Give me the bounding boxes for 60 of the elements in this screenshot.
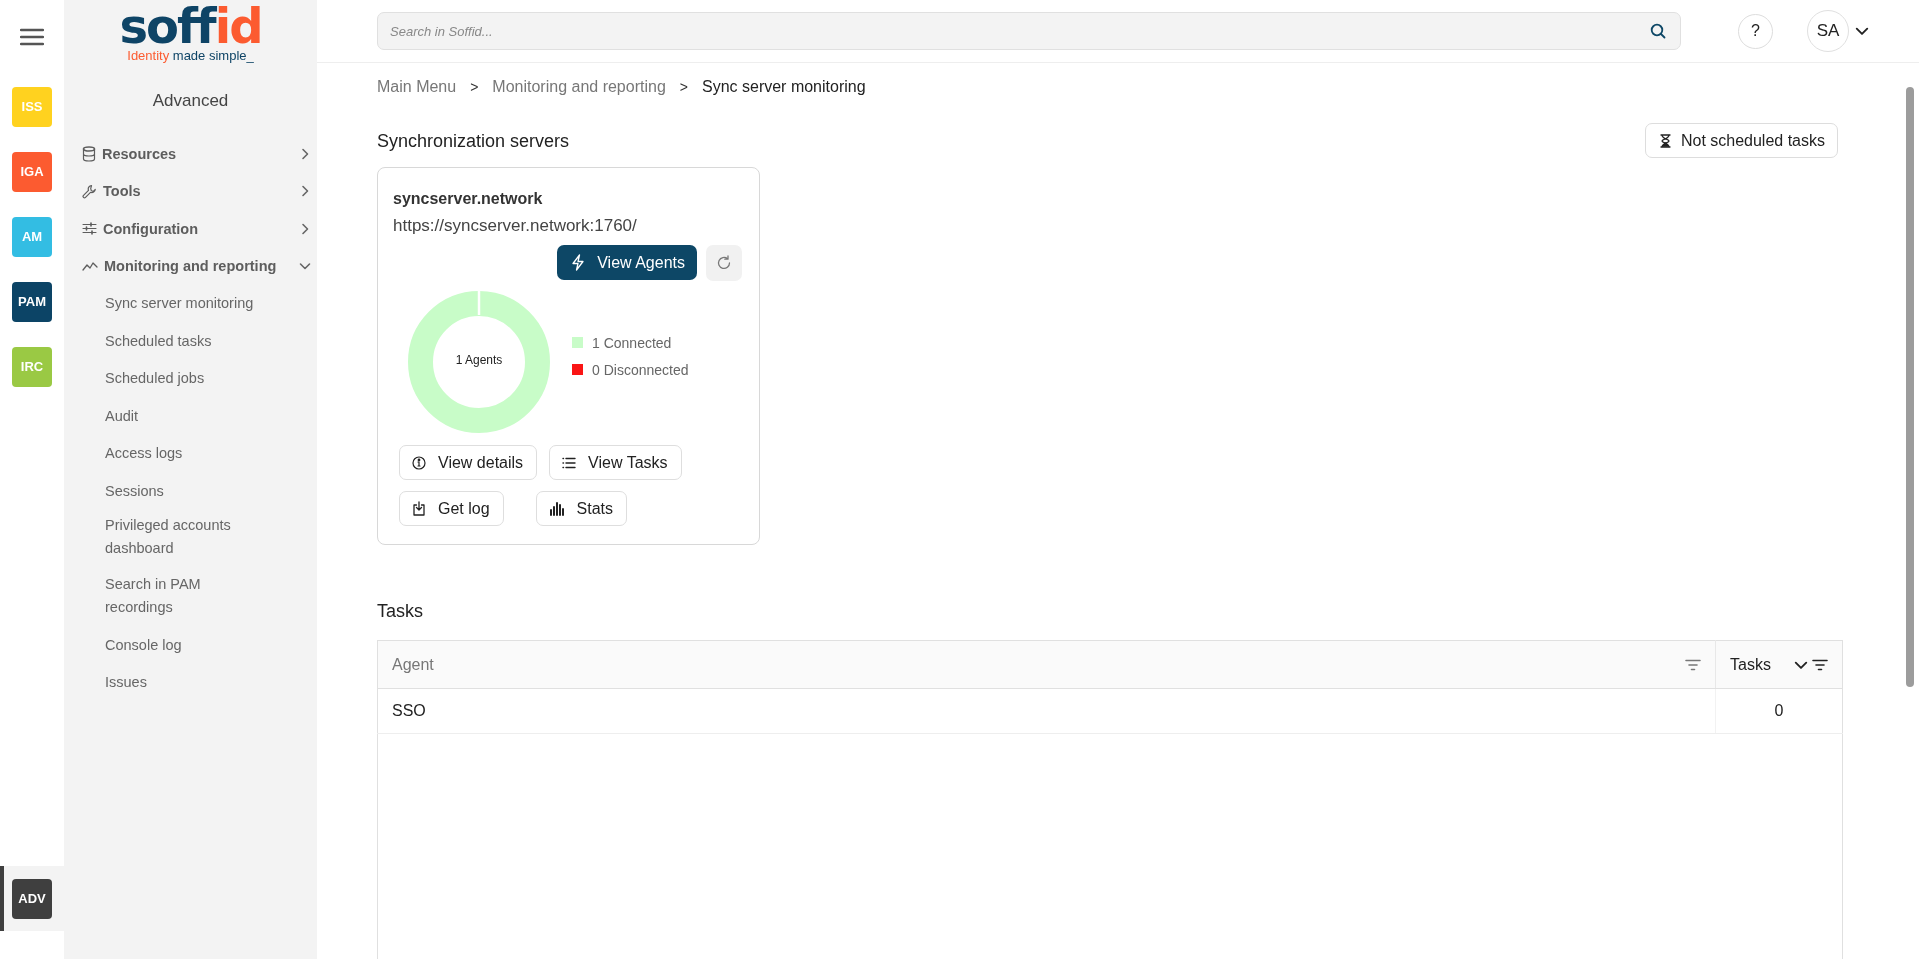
logo-wordmark: soffid (119, 3, 262, 49)
server-url: https://syncserver.network:1760/ (393, 216, 638, 236)
nav-subitem[interactable]: Sync server monitoring (64, 285, 265, 323)
not-scheduled-tasks-button[interactable]: Not scheduled tasks (1644, 123, 1838, 158)
nav-subitem[interactable]: Scheduled tasks (64, 322, 265, 360)
refresh-button[interactable] (706, 245, 742, 281)
table-cell: SSO (377, 688, 1716, 734)
lightning-icon (571, 254, 586, 271)
nav-item[interactable]: Configuration (64, 210, 317, 248)
table-cell: 0 (1715, 688, 1843, 734)
wrench-icon (82, 183, 97, 199)
refresh-icon (716, 255, 732, 271)
app-badge[interactable]: IGA (12, 151, 52, 192)
logo-tagline: Identity made simple_ (127, 49, 254, 63)
search-icon (1650, 23, 1666, 39)
view-agents-button[interactable]: View Agents (557, 245, 697, 280)
nav-subitem[interactable]: Console log (64, 626, 265, 664)
column-header[interactable]: Tasks (1715, 640, 1843, 689)
section-title: Advanced (151, 91, 230, 111)
action-button[interactable]: View Tasks (549, 445, 682, 480)
server-name: syncserver.network (393, 190, 544, 208)
nav-subitem[interactable]: Search in PAM recordings (64, 566, 265, 627)
sliders-icon (82, 222, 97, 236)
section-heading: Synchronization servers (377, 131, 570, 152)
nav-subitem[interactable]: Privileged accounts dashboard (64, 510, 265, 566)
filter-icon (1685, 658, 1701, 671)
list-icon (562, 456, 577, 469)
bar-chart-icon (548, 501, 565, 516)
nav-item[interactable]: Monitoring and reporting (64, 247, 317, 285)
action-button[interactable]: View details (399, 445, 538, 480)
breadcrumb-link[interactable]: Monitoring and reporting (492, 78, 666, 96)
app-badge[interactable]: PAM (12, 281, 52, 322)
column-header[interactable]: Agent (377, 640, 1716, 689)
breadcrumb-separator: > (679, 79, 688, 95)
help-button[interactable]: ? (1738, 13, 1773, 49)
nav-subitem[interactable]: Scheduled jobs (64, 360, 265, 398)
filter-icon (1812, 658, 1828, 671)
app-badge[interactable]: ADV (12, 878, 52, 919)
breadcrumb-separator: > (470, 79, 479, 95)
menu-icon (20, 28, 44, 46)
database-icon (82, 145, 96, 162)
breadcrumb-link[interactable]: Main Menu (377, 78, 457, 96)
nav-item[interactable]: Tools (64, 172, 317, 210)
nav-subitem[interactable]: Audit (64, 397, 265, 435)
chart-center-label: 1 Agents (455, 353, 503, 367)
hourglass-icon (1659, 133, 1671, 148)
breadcrumb-current: Sync server monitoring (701, 78, 866, 96)
nav-item[interactable]: Resources (64, 135, 317, 173)
info-icon (412, 455, 426, 470)
action-button[interactable]: Get log (399, 491, 504, 526)
download-icon (412, 501, 426, 516)
nav-subitem[interactable]: Issues (64, 664, 265, 702)
nav-subitem[interactable]: Access logs (64, 435, 265, 473)
section-heading: Tasks (377, 601, 424, 622)
legend-label: 0 Disconnected (592, 361, 689, 378)
action-button[interactable]: Stats (535, 491, 628, 526)
scrollbar[interactable] (1906, 87, 1914, 687)
nav-subitem[interactable]: Sessions (64, 472, 265, 510)
legend-label: 1 Connected (592, 334, 672, 351)
trend-line-icon (82, 260, 98, 273)
